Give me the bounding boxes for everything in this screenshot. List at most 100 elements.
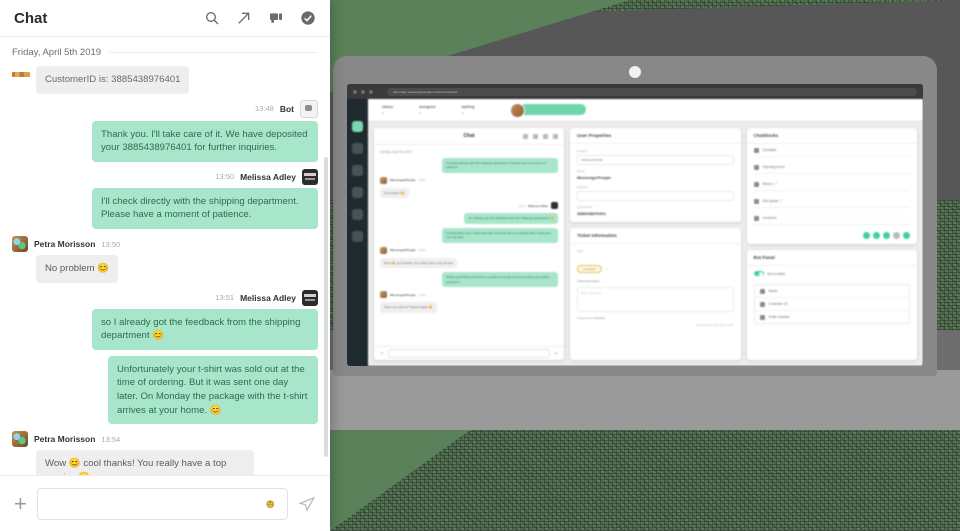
chat-scrollbar[interactable] [324, 157, 328, 457]
chat-message-list[interactable]: Friday, April 5th 2019 CustomerID is: 38… [0, 37, 330, 475]
topbar-stat-value: ● [419, 111, 422, 115]
author-name: Petra Morisson [34, 239, 96, 250]
author-name: Petra Morisson [34, 434, 96, 445]
laptop-mockup: https://app.messengerpeople.com/conversa… [333, 56, 937, 386]
date-divider: Friday, April 5th 2019 [12, 37, 318, 66]
message-input-wrapper[interactable]: ☻ [36, 487, 288, 520]
send-paper-plane-icon[interactable]: ➤ [554, 351, 558, 357]
field-value[interactable]: 4989123456789 [577, 154, 734, 165]
message-indent: Wow 😊 cool thanks! You really have a top… [36, 450, 318, 475]
browser-dot [361, 89, 365, 94]
fab-grey[interactable] [893, 232, 900, 239]
tag-chip[interactable]: complaint [577, 265, 602, 273]
mockup-info-columns: User Properties Number 4989123456789 Nam… [570, 128, 917, 360]
chat-window: Chat Friday, April 5th 2019 CustomerID i… [0, 0, 330, 531]
bot-active-toggle[interactable] [753, 271, 764, 276]
avatar [380, 176, 387, 184]
bot-item-label: Name [768, 289, 778, 293]
search-icon[interactable] [204, 10, 220, 26]
chat-header-actions [204, 10, 316, 26]
fab-green-2[interactable] [873, 232, 880, 239]
bot-panel-row[interactable]: Name [754, 285, 909, 298]
message-row-outgoing: 13:51 Melissa Adley so I already got the… [12, 289, 318, 425]
avatar [380, 246, 387, 254]
emoji-smiley-icon[interactable]: ☻ [263, 497, 277, 510]
bot-panel-card: Bot Panel Bot is active Name Customer ID… [746, 250, 917, 360]
chatblock-row[interactable]: Size guide 📄 › [753, 195, 910, 208]
chat-composer: + ☻ [0, 475, 330, 531]
message-bubble: No problem 😊 [36, 255, 119, 283]
rail-icon-campaigns[interactable] [352, 165, 363, 176]
chat-header: Chat [0, 0, 330, 37]
mockup-columns: Chat Sunday, April 5th 2019 I'll check d… [368, 122, 923, 366]
fab-green-1[interactable] [863, 232, 870, 239]
forward-arrow-icon[interactable] [533, 133, 538, 139]
chatblock-row[interactable]: Return 📄 › [753, 178, 910, 191]
bot-active-toggle-row[interactable]: Bot is active [753, 271, 911, 280]
bot-panel-row[interactable]: Customer ID [754, 298, 909, 311]
add-icon[interactable]: + [380, 351, 384, 357]
avatar [380, 291, 387, 299]
field-value[interactable] [577, 190, 734, 201]
mockup-column-right: Chatblocks Goodbye › Opening hours › Ret… [746, 128, 918, 360]
mockup-timestamp: 13:54 [418, 248, 426, 253]
forward-arrow-icon[interactable] [236, 10, 252, 26]
chatblocks-title: Chatblocks [746, 128, 917, 144]
browser-chrome-bar: https://app.messengerpeople.com/conversa… [347, 84, 923, 99]
mockup-message-input[interactable] [387, 349, 550, 358]
avatar [12, 431, 28, 448]
satisfied-link[interactable]: Customer is satisfied [577, 316, 734, 320]
browser-dot [369, 89, 373, 94]
rail-icon-conversations[interactable] [352, 121, 363, 132]
send-paper-plane-icon[interactable] [298, 495, 316, 513]
check-circle-icon[interactable] [300, 10, 316, 26]
browser-url-bar[interactable]: https://app.messengerpeople.com/conversa… [387, 87, 917, 96]
check-circle-icon[interactable] [553, 133, 558, 139]
last-edited-note: Melissa Adley, last edited 13:55 [696, 324, 734, 327]
add-tag-button[interactable]: + [606, 267, 608, 271]
field-value[interactable]: MessengerPeople [577, 174, 734, 181]
mockup-chat-panel: Chat Sunday, April 5th 2019 I'll check d… [374, 128, 564, 360]
mockup-date-divider: Sunday, April 5th 2019 [380, 150, 412, 154]
message-input[interactable] [47, 497, 264, 510]
laptop-camera [629, 66, 641, 78]
mockup-column-left: User Properties Number 4989123456789 Nam… [570, 128, 741, 360]
add-attachment-button[interactable]: + [14, 492, 27, 515]
search-icon[interactable] [523, 133, 528, 139]
fab-green-4[interactable] [903, 232, 910, 239]
chatblock-row[interactable]: Vouchers › [753, 212, 910, 225]
chat-bubble-icon[interactable] [268, 10, 284, 26]
mockup-message-bubble: so I already got the feedback from the s… [464, 213, 558, 224]
chatblock-row[interactable]: Goodbye › [753, 144, 910, 157]
topbar-stat-value: ● [461, 111, 464, 115]
fab-green-3[interactable] [883, 232, 890, 239]
mockup-topbar: status ● assigned ● waiting ● [368, 99, 923, 122]
avatar [302, 168, 318, 185]
message-row-incoming: Petra Morisson 13:54 Wow 😊 cool thanks! … [12, 431, 318, 475]
rail-icon-help[interactable] [352, 231, 363, 242]
field-value[interactable]: 3885438976401 [577, 210, 734, 217]
ticket-note-textarea[interactable]: Enter note here [577, 287, 734, 312]
topbar-action-pill[interactable] [520, 104, 586, 115]
avatar [12, 236, 28, 253]
bot-panel-row[interactable]: Order number [755, 311, 910, 323]
rail-icon-analytics[interactable] [352, 187, 363, 198]
chatblocks-body: Goodbye › Opening hours › Return 📄 › Siz… [747, 144, 918, 244]
chat-bubble-icon[interactable] [543, 133, 548, 139]
message-meta: Petra Morisson 13:54 [12, 431, 318, 448]
mockup-message-meta: 13:51 Melissa Adley [380, 202, 558, 210]
message-bubble: Wow 😊 cool thanks! You really have a top… [36, 450, 254, 475]
rail-icon-contacts[interactable] [352, 143, 363, 154]
topbar-avatar[interactable] [510, 103, 525, 118]
message-bubble: CustomerID is: 3885438976401 [36, 66, 190, 94]
message-bubble: Unfortunately your t-shirt was sold out … [108, 355, 318, 425]
chatblock-label: Goodbye [762, 148, 777, 152]
ticket-information-card: Ticket Information Tags complaint + Tick… [570, 228, 741, 360]
chatblock-icon [753, 198, 759, 204]
mockup-chat-messages: Sunday, April 5th 2019 I'll check direct… [374, 145, 564, 346]
chatblock-row[interactable]: Opening hours › [753, 161, 910, 174]
floating-action-row [754, 229, 910, 239]
rail-icon-settings[interactable] [352, 209, 363, 220]
mockup-message-bubble: No problem 😊 [380, 187, 409, 199]
mockup-app-body: status ● assigned ● waiting ● Chat Sunda… [368, 99, 923, 366]
